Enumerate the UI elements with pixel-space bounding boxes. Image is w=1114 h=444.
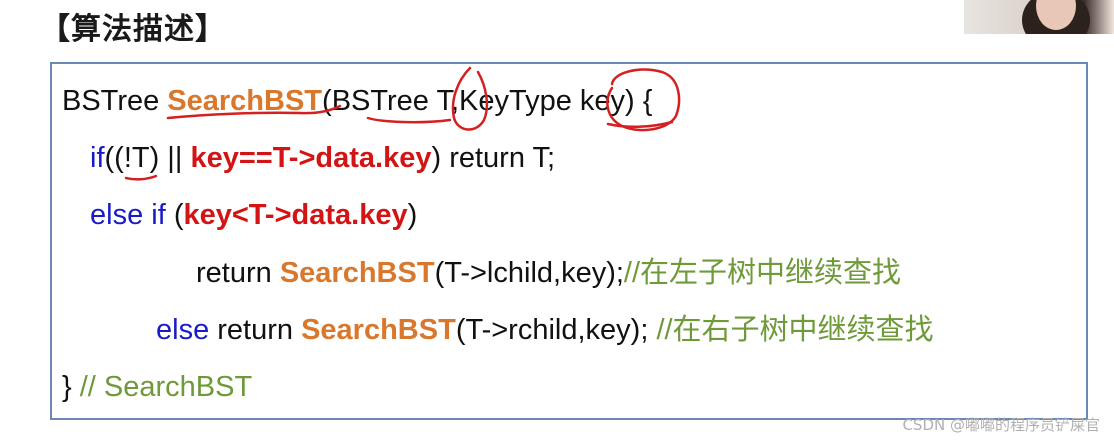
code-line-4: return SearchBST(T->lchild,key);//在左子树中继… bbox=[196, 256, 901, 290]
watermark: CSDN @嘟嘟的程序员铲屎官 bbox=[902, 416, 1100, 434]
paren-close: ) bbox=[407, 199, 418, 231]
comment-right: //在右子树中继续查找 bbox=[656, 314, 934, 346]
code-line-6: } // SearchBST bbox=[62, 370, 252, 404]
return-keyword: return bbox=[196, 257, 280, 289]
function-name: SearchBST bbox=[167, 85, 323, 117]
closing-brace: } bbox=[62, 371, 80, 403]
paren-open: ( bbox=[165, 199, 184, 231]
null-check: ((!T) || bbox=[104, 142, 191, 174]
recursive-call-left: SearchBST bbox=[279, 257, 435, 289]
call-args-right: (T->rchild,key); bbox=[455, 314, 657, 346]
call-args-left: (T->lchild,key); bbox=[434, 257, 624, 289]
parameter-list: (BSTree T,KeyType key) { bbox=[322, 85, 653, 117]
recursive-call-right: SearchBST bbox=[301, 314, 456, 346]
if-keyword: if bbox=[90, 142, 105, 174]
code-line-1: BSTree SearchBST(BSTree T,KeyType key) { bbox=[62, 84, 652, 118]
return-statement: ) return T; bbox=[431, 142, 556, 174]
end-comment: // SearchBST bbox=[79, 371, 253, 403]
section-heading: 【算法描述】 bbox=[40, 12, 226, 47]
code-line-5: else return SearchBST(T->rchild,key); //… bbox=[156, 313, 934, 347]
return-type: BSTree bbox=[62, 85, 168, 117]
code-line-3: else if (key<T->data.key) bbox=[90, 198, 417, 232]
code-line-2: if((!T) || key==T->data.key) return T; bbox=[90, 141, 555, 175]
equal-condition: key==T->data.key bbox=[190, 142, 432, 174]
comment-left: //在左子树中继续查找 bbox=[623, 257, 902, 289]
webcam-overlay bbox=[964, 0, 1114, 34]
less-condition: key<T->data.key bbox=[183, 199, 408, 231]
return-keyword-2: return bbox=[209, 314, 302, 346]
else-if-keyword: else if bbox=[90, 199, 166, 231]
else-keyword: else bbox=[156, 314, 210, 346]
